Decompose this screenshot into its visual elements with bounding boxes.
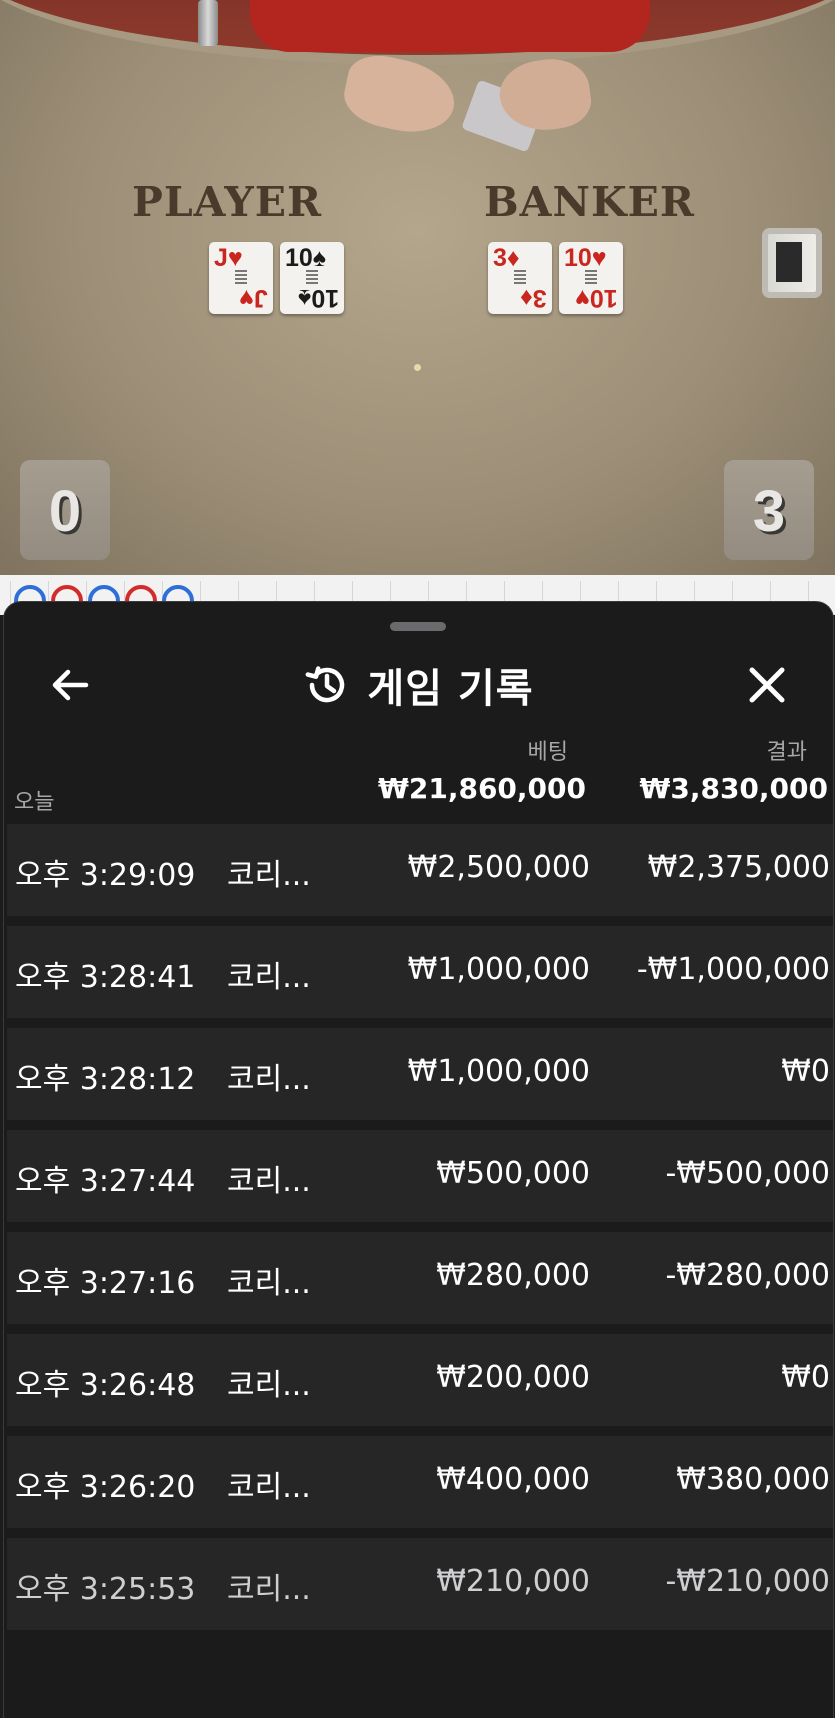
row-bet: ₩1,000,000 — [407, 1054, 590, 1089]
total-result: ₩3,830,000 — [639, 772, 828, 805]
row-result: -₩210,000 — [665, 1564, 830, 1599]
history-row[interactable]: 오후 3:28:41 코리... ₩1,000,000 -₩1,000,000 — [7, 926, 833, 1018]
row-game: 코리... — [227, 1572, 311, 1607]
row-time: 오후 3:25:53 — [15, 1572, 196, 1607]
row-game: 코리... — [227, 1164, 311, 1199]
row-bet: ₩2,500,000 — [407, 850, 590, 885]
row-result: ₩2,375,000 — [647, 850, 830, 885]
game-history-sheet: 게임 기록 베팅 결과 오늘 ₩21,860,000 ₩3,830,000 오후… — [3, 601, 834, 1718]
banker-score-box: 3 — [724, 460, 814, 560]
card-rank-inverted: 3♦ — [520, 284, 547, 312]
row-time: 오후 3:28:41 — [15, 960, 196, 995]
dealer — [250, 0, 650, 52]
row-result: -₩280,000 — [665, 1258, 830, 1293]
card-rank-inverted: 10♠ — [297, 284, 339, 312]
row-bet: ₩200,000 — [436, 1360, 590, 1395]
row-game: 코리... — [227, 858, 311, 893]
banker-score: 3 — [752, 479, 786, 544]
close-icon — [749, 667, 785, 703]
chair-post — [198, 0, 218, 46]
live-table-video: PLAYER BANKER J♥ J♥ 10♠ 10♠ 3♦ 3♦ 10♥ 10♥ 0 3 — [0, 0, 835, 575]
player-card-2: 10♠ 10♠ — [280, 242, 344, 314]
row-game: 코리... — [227, 1368, 311, 1403]
card-rank: 10♥ — [564, 244, 607, 272]
card-rank-inverted: J♥ — [239, 284, 268, 312]
history-row[interactable]: 오후 3:28:12 코리... ₩1,000,000 ₩0 — [7, 1028, 833, 1120]
card-rank-inverted: 10♥ — [575, 284, 618, 312]
row-bet: ₩210,000 — [436, 1564, 590, 1599]
history-clock-icon — [305, 666, 345, 703]
card-rank: 10♠ — [285, 244, 327, 272]
history-row[interactable]: 오후 3:27:16 코리... ₩280,000 -₩280,000 — [7, 1232, 833, 1324]
history-row[interactable]: 오후 3:26:48 코리... ₩200,000 ₩0 — [7, 1334, 833, 1426]
row-time: 오후 3:29:09 — [15, 858, 196, 893]
table-center-dot — [414, 364, 421, 371]
row-bet: ₩500,000 — [436, 1156, 590, 1191]
banker-card-2: 10♥ 10♥ — [559, 242, 623, 314]
history-row[interactable]: 오후 3:27:44 코리... ₩500,000 -₩500,000 — [7, 1130, 833, 1222]
row-result: -₩500,000 — [665, 1156, 830, 1191]
banker-zone-label: BANKER — [484, 178, 695, 226]
page-title: 게임 기록 — [367, 666, 534, 712]
row-game: 코리... — [227, 960, 311, 995]
card-rank: J♥ — [214, 244, 243, 272]
row-bet: ₩400,000 — [436, 1462, 590, 1497]
row-game: 코리... — [227, 1062, 311, 1097]
row-bet: ₩1,000,000 — [407, 952, 590, 987]
total-bet: ₩21,860,000 — [377, 772, 586, 805]
card-shoe — [762, 228, 822, 298]
history-row[interactable]: 오후 3:25:53 코리... ₩210,000 -₩210,000 — [7, 1538, 833, 1630]
player-score: 0 — [48, 479, 82, 544]
player-score-box: 0 — [20, 460, 110, 560]
row-time: 오후 3:26:20 — [15, 1470, 196, 1505]
row-game: 코리... — [227, 1470, 311, 1505]
close-button[interactable] — [737, 655, 797, 715]
player-zone-label: PLAYER — [132, 178, 323, 226]
result-column-header: 결과 — [766, 740, 807, 765]
history-row[interactable]: 오후 3:26:20 코리... ₩400,000 ₩380,000 — [7, 1436, 833, 1528]
today-label: 오늘 — [14, 790, 55, 815]
history-list: 오후 3:29:09 코리... ₩2,500,000 ₩2,375,000 오후 3:… — [7, 824, 833, 1640]
row-result: ₩380,000 — [676, 1462, 830, 1497]
history-row[interactable]: 오후 3:29:09 코리... ₩2,500,000 ₩2,375,000 — [7, 824, 833, 916]
row-time: 오후 3:27:16 — [15, 1266, 196, 1301]
sheet-header: 게임 기록 — [4, 654, 833, 716]
bet-column-header: 베팅 — [527, 740, 568, 765]
row-time: 오후 3:26:48 — [15, 1368, 196, 1403]
row-time: 오후 3:28:12 — [15, 1062, 196, 1097]
sheet-drag-handle[interactable] — [390, 622, 446, 631]
card-rank: 3♦ — [493, 244, 520, 272]
banker-card-1: 3♦ 3♦ — [488, 242, 552, 314]
row-time: 오후 3:27:44 — [15, 1164, 196, 1199]
row-bet: ₩280,000 — [436, 1258, 590, 1293]
row-game: 코리... — [227, 1266, 311, 1301]
player-card-1: J♥ J♥ — [209, 242, 273, 314]
row-result: ₩0 — [781, 1360, 830, 1395]
row-result: -₩1,000,000 — [636, 952, 830, 987]
row-result: ₩0 — [781, 1054, 830, 1089]
